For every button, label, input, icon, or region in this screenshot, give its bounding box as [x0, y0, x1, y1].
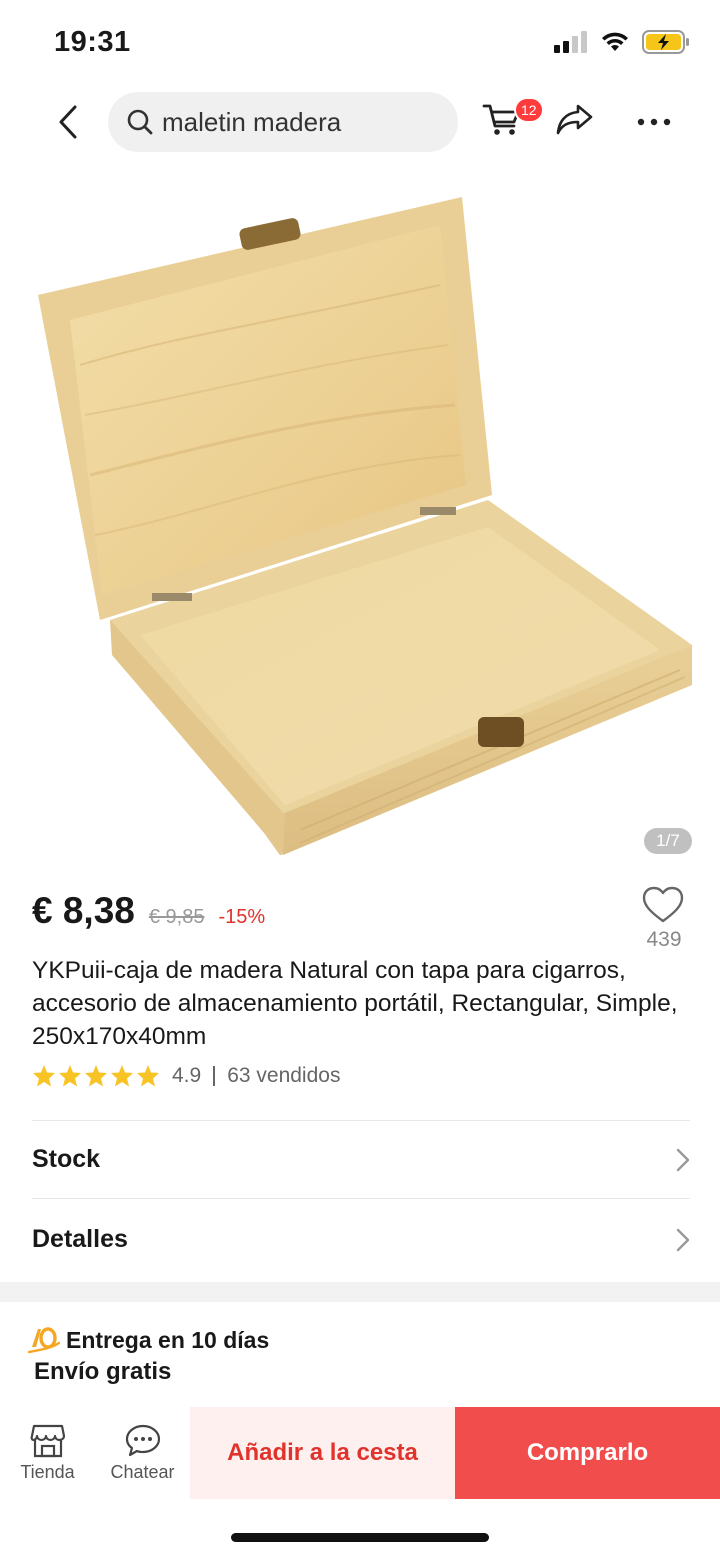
status-icons — [554, 30, 690, 54]
more-button[interactable] — [632, 104, 676, 140]
wifi-icon — [602, 32, 628, 51]
chat-icon — [125, 1424, 160, 1456]
product-title: YKPuii-caja de madera Natural con tapa p… — [32, 957, 678, 1050]
star-icon — [85, 1065, 107, 1087]
details-row[interactable]: Detalles — [32, 1198, 690, 1280]
sold-count: 63 vendidos — [227, 1064, 341, 1087]
chat-label: Chatear — [110, 1461, 175, 1482]
discount-badge: -15% — [218, 906, 266, 928]
battery-charging-icon — [642, 30, 689, 54]
search-icon — [127, 109, 153, 135]
store-label: Tienda — [20, 1461, 75, 1482]
free-shipping: Envío gratis — [34, 1358, 172, 1385]
bottom-action-bar: Tienda Chatear Añadir a la cesta Comprar… — [0, 1407, 720, 1499]
chevron-right-icon — [676, 1148, 690, 1171]
cart-badge: 12 — [514, 97, 544, 123]
back-icon — [59, 105, 77, 139]
chevron-right-icon — [676, 1228, 690, 1251]
delivery-10-icon — [28, 1327, 60, 1354]
add-to-cart-button[interactable]: Añadir a la cesta — [190, 1407, 455, 1499]
status-time: 19:31 — [54, 26, 131, 58]
image-counter: 1/7 — [644, 828, 692, 854]
price-row: € 8,38 € 9,85 -15% — [32, 890, 265, 932]
star-icon — [111, 1065, 133, 1087]
wooden-box-image — [38, 197, 692, 855]
share-button[interactable] — [556, 102, 598, 142]
heart-icon — [642, 886, 684, 923]
nav-bar: maletin madera — [0, 90, 720, 154]
store-button[interactable]: Tienda — [0, 1407, 95, 1499]
price: € 8,38 — [32, 890, 135, 931]
details-label: Detalles — [32, 1225, 128, 1253]
rating-row[interactable]: 4.9 63 vendidos — [32, 1064, 340, 1088]
wishlist-count: 439 — [646, 928, 682, 951]
home-indicator[interactable] — [231, 1533, 489, 1542]
star-icon — [33, 1065, 55, 1087]
store-icon — [30, 1424, 65, 1457]
search-box[interactable]: maletin madera — [108, 92, 458, 152]
rating-divider — [213, 1066, 216, 1086]
more-icon — [637, 118, 671, 126]
stock-row[interactable]: Stock — [32, 1120, 690, 1198]
star-icon — [137, 1065, 159, 1087]
chat-button[interactable]: Chatear — [95, 1407, 190, 1499]
share-icon — [556, 104, 593, 135]
product-image[interactable] — [0, 165, 720, 880]
buy-now-button[interactable]: Comprarlo — [455, 1407, 720, 1499]
rating-value: 4.9 — [172, 1064, 202, 1087]
stock-label: Stock — [32, 1145, 101, 1173]
star-rating — [32, 1064, 160, 1088]
original-price: € 9,85 — [148, 906, 205, 928]
signal-icon — [554, 31, 587, 53]
delivery-info[interactable]: Entrega en 10 días — [28, 1325, 269, 1355]
section-divider — [0, 1282, 720, 1302]
wishlist-button[interactable] — [640, 886, 686, 929]
search-query: maletin madera — [162, 106, 342, 137]
delivery-days: Entrega en 10 días — [66, 1326, 270, 1353]
back-button[interactable] — [48, 100, 88, 144]
status-bar: 19:31 — [0, 0, 720, 86]
star-icon — [59, 1065, 81, 1087]
